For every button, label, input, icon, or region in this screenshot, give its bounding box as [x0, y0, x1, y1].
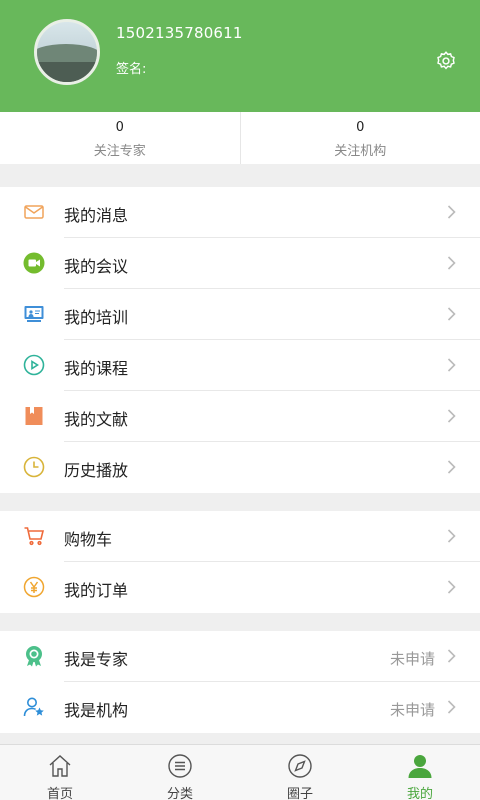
menu-item-cart[interactable]: 购物车 — [0, 511, 480, 562]
tab-circle[interactable]: 圈子 — [240, 745, 360, 800]
play-circle-icon — [23, 354, 45, 376]
chevron-right-icon — [447, 307, 456, 321]
menu-item-label: 我的培训 — [64, 308, 129, 327]
list-circle-icon — [168, 754, 192, 778]
application-status: 未申请 — [389, 701, 435, 719]
menu-item-label: 购物车 — [64, 530, 113, 549]
followed-experts-label: 关注专家 — [93, 144, 146, 159]
chevron-right-icon — [447, 580, 456, 594]
home-icon — [49, 755, 71, 777]
user-star-icon — [23, 697, 44, 717]
gear-icon[interactable] — [435, 50, 457, 72]
expert-badge-icon — [26, 646, 42, 667]
chevron-right-icon — [447, 529, 456, 543]
tab-label: 首页 — [46, 787, 73, 800]
menu-item-label: 我是专家 — [64, 650, 129, 669]
chevron-right-icon — [447, 205, 456, 219]
followed-institutions[interactable]: 0 关注机构 — [239, 112, 480, 164]
tab-home[interactable]: 首页 — [0, 745, 120, 800]
chevron-right-icon — [447, 358, 456, 372]
menu-item-history[interactable]: 历史播放 — [0, 442, 480, 493]
tab-mine[interactable]: 我的 — [360, 745, 480, 800]
presentation-board-icon — [24, 306, 44, 322]
profile-signature-label: 签名: — [116, 62, 147, 77]
chevron-right-icon — [447, 409, 456, 423]
menu-item-label: 我的课程 — [64, 359, 129, 378]
menu-item-label: 历史播放 — [64, 461, 129, 480]
follow-stats: 0 关注专家 0 关注机构 — [0, 112, 480, 164]
menu-item-meetings[interactable]: 我的会议 — [0, 238, 480, 289]
chevron-right-icon — [447, 649, 456, 663]
menu-item-label: 我的会议 — [64, 257, 129, 276]
chevron-right-icon — [447, 256, 456, 270]
followed-experts[interactable]: 0 关注专家 — [0, 112, 240, 164]
avatar[interactable] — [34, 19, 100, 85]
tab-category[interactable]: 分类 — [120, 745, 240, 800]
menu-item-label: 我是机构 — [64, 701, 129, 720]
menu-item-label: 我的消息 — [64, 206, 129, 225]
menu-item-expert[interactable]: 我是专家 未申请 — [0, 631, 480, 682]
tab-label: 我的 — [406, 787, 433, 800]
profile-phone: 1502135780611 — [116, 24, 243, 42]
menu-item-label: 我的文献 — [64, 410, 129, 429]
envelope-icon — [24, 205, 44, 219]
chevron-right-icon — [447, 700, 456, 714]
menu-item-label: 我的订单 — [64, 581, 129, 600]
followed-institutions-count: 0 — [356, 120, 365, 135]
application-status: 未申请 — [389, 650, 435, 668]
followed-institutions-label: 关注机构 — [334, 144, 387, 159]
menu-item-orders[interactable]: 我的订单 — [0, 562, 480, 613]
menu-item-messages[interactable]: 我的消息 — [0, 187, 480, 238]
menu-item-institution[interactable]: 我是机构 未申请 — [0, 682, 480, 733]
profile-header: 1502135780611 签名: — [0, 0, 480, 112]
compass-icon — [288, 754, 312, 778]
menu-item-courses[interactable]: 我的课程 — [0, 340, 480, 391]
video-camera-icon — [23, 252, 45, 274]
menu-group-personal: 我的消息 我的会议 我的培训 我的课程 我的文献 历史播放 — [0, 187, 480, 493]
menu-group-shopping: 购物车 我的订单 — [0, 511, 480, 613]
menu-group-apply: 我是专家 未申请 我是机构 未申请 — [0, 631, 480, 733]
tab-label: 圈子 — [286, 787, 313, 800]
shopping-cart-icon — [24, 527, 45, 546]
bookmark-book-icon — [25, 407, 43, 425]
tab-label: 分类 — [166, 787, 193, 800]
menu-item-training[interactable]: 我的培训 — [0, 289, 480, 340]
menu-item-literature[interactable]: 我的文献 — [0, 391, 480, 442]
chevron-right-icon — [447, 460, 456, 474]
yen-circle-icon — [23, 576, 45, 598]
clock-icon — [23, 456, 45, 478]
bottom-tab-bar: 首页 分类 圈子 我的 — [0, 744, 480, 800]
followed-experts-count: 0 — [115, 120, 124, 135]
person-icon — [408, 755, 432, 778]
